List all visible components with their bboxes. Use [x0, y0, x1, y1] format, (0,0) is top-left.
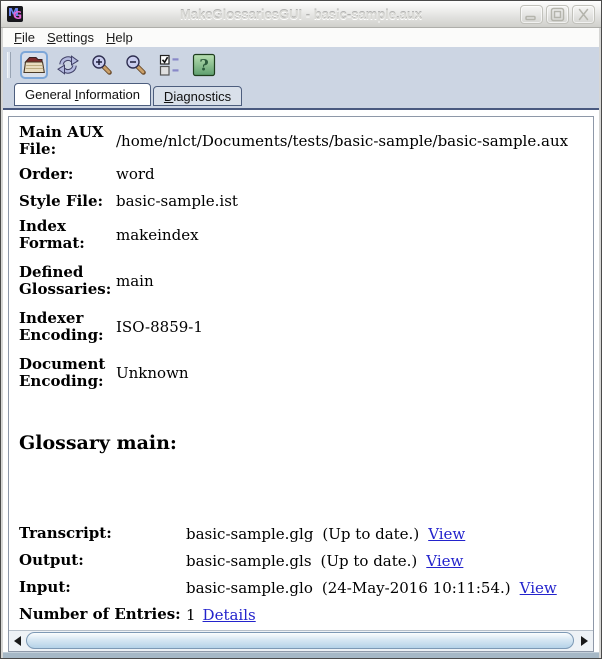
svg-text:?: ? [199, 56, 208, 75]
field-row: Index Format: makeindex [19, 218, 585, 252]
toolbar: ? [3, 47, 599, 83]
field-label: Main AUX File: [19, 123, 104, 158]
reload-icon [57, 55, 79, 75]
menu-help[interactable]: Help [100, 30, 139, 45]
file-name: basic-sample.gls [186, 551, 312, 570]
field-value: makeindex [116, 226, 199, 244]
field-label: Style File: [19, 191, 104, 210]
tab-general-information[interactable]: General Information [14, 83, 151, 106]
file-status: (Up to date.) [322, 524, 420, 543]
glossary-files: Transcript: basic-sample.glg (Up to date… [19, 523, 585, 625]
app-icon: M G [7, 6, 23, 22]
field-row: Style File: basic-sample.ist [19, 191, 585, 211]
viewport: Main AUX File: /home/nlct/Documents/test… [9, 117, 593, 630]
field-label: Document Encoding: [19, 355, 106, 390]
zoom-in-icon [92, 55, 112, 75]
field-value: Unknown [116, 364, 189, 382]
file-label: Output: [19, 551, 84, 569]
properties-button[interactable] [156, 51, 184, 79]
checklist-icon [159, 54, 179, 76]
field-value: main [116, 272, 154, 290]
entries-value: 1 Details [186, 606, 585, 624]
field-label: Order: [19, 164, 74, 183]
horizontal-scrollbar [9, 630, 593, 651]
entries-row: Number of Entries: 1 Details [19, 604, 585, 625]
glossary-heading: Glossary main: [19, 432, 177, 454]
scroll-right-button[interactable] [576, 631, 593, 651]
file-label: Transcript: [19, 524, 112, 542]
zoom-out-button[interactable] [122, 51, 150, 79]
field-row: Defined Glossaries: main [19, 264, 585, 298]
file-row: Transcript: basic-sample.glg (Up to date… [19, 523, 585, 544]
field-row: Main AUX File: /home/nlct/Documents/test… [19, 124, 585, 158]
menubar: File Settings Help [3, 28, 599, 47]
entries-label: Number of Entries: [19, 605, 181, 623]
scroll-left-button[interactable] [9, 631, 26, 651]
file-status: (Up to date.) [320, 551, 418, 570]
file-name: basic-sample.glg [186, 524, 314, 543]
tab-diagnostics[interactable]: Diagnostics [152, 86, 243, 106]
reload-button[interactable] [54, 51, 82, 79]
scrollbar-thumb[interactable] [26, 632, 574, 649]
close-icon [578, 8, 589, 20]
maximize-icon [550, 7, 565, 21]
view-input-link[interactable]: View [520, 579, 557, 597]
field-label: Defined Glossaries: [19, 263, 112, 298]
makeglossariesgui-window: M G MakeGlossariesGUI - basic-sample.aux [0, 0, 602, 659]
file-value: basic-sample.glo (24-May-2016 10:11:54.)… [186, 579, 585, 597]
file-row: Input: basic-sample.glo (24-May-2016 10:… [19, 577, 585, 598]
zoom-out-icon [126, 55, 146, 75]
entries-count: 1 [186, 605, 196, 624]
window-controls [520, 4, 595, 24]
general-information-panel: Main AUX File: /home/nlct/Documents/test… [3, 110, 599, 652]
scrollbar-track[interactable] [26, 631, 576, 651]
view-transcript-link[interactable]: View [428, 525, 465, 543]
titlebar: M G MakeGlossariesGUI - basic-sample.aux [1, 1, 601, 28]
field-row: Document Encoding: Unknown [19, 356, 585, 390]
file-value: basic-sample.glg (Up to date.) View [186, 525, 585, 543]
field-value: word [116, 165, 155, 183]
minimize-button[interactable] [520, 4, 543, 24]
minimize-icon [525, 15, 536, 20]
field-label: Index Format: [19, 217, 85, 252]
details-link[interactable]: Details [203, 606, 256, 624]
open-folder-icon [23, 57, 45, 74]
field-label: Indexer Encoding: [19, 309, 104, 344]
menu-settings[interactable]: Settings [41, 30, 100, 45]
app-icon-letter-g: G [13, 9, 23, 22]
window-body: File Settings Help ? General I nformatio… [1, 28, 601, 658]
field-value: ISO-8859-1 [116, 318, 203, 336]
window-resize-edge[interactable] [3, 652, 599, 658]
toolbar-drag-handle[interactable] [7, 52, 11, 78]
help-button[interactable]: ? [190, 51, 218, 79]
file-value: basic-sample.gls (Up to date.) View [186, 552, 585, 570]
scroll-right-icon [581, 636, 588, 646]
field-row: Order: word [19, 164, 585, 184]
help-icon: ? [192, 53, 216, 77]
field-row: Indexer Encoding: ISO-8859-1 [19, 310, 585, 344]
open-button[interactable] [20, 51, 48, 79]
window-title: MakeGlossariesGUI - basic-sample.aux [179, 6, 423, 22]
field-value: /home/nlct/Documents/tests/basic-sample/… [116, 132, 569, 150]
file-name: basic-sample.glo [186, 578, 313, 597]
file-status: (24-May-2016 10:11:54.) [321, 578, 511, 597]
file-row: Output: basic-sample.gls (Up to date.) V… [19, 550, 585, 571]
field-value: basic-sample.ist [116, 192, 238, 210]
menu-file[interactable]: File [8, 30, 41, 45]
file-label: Input: [19, 578, 71, 596]
view-output-link[interactable]: View [426, 552, 463, 570]
tabstrip: General Information Diagnostics [3, 83, 599, 110]
scroll-left-icon [14, 636, 21, 646]
close-button[interactable] [572, 4, 595, 24]
scrollpane: Main AUX File: /home/nlct/Documents/test… [8, 116, 594, 652]
zoom-in-button[interactable] [88, 51, 116, 79]
maximize-button[interactable] [546, 4, 569, 24]
